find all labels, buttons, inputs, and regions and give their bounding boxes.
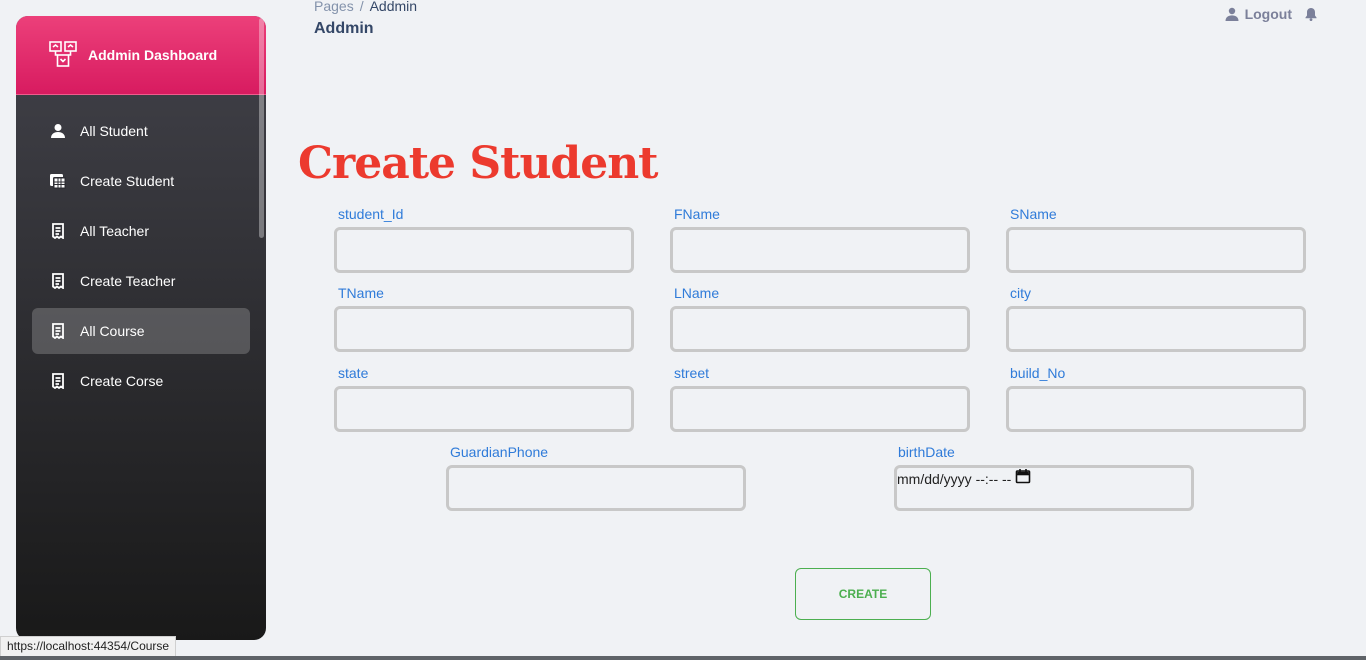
sidebar: Addmin Dashboard All Student Create Stud… (16, 16, 266, 640)
sidebar-item-all-teacher[interactable]: All Teacher (32, 208, 250, 254)
state-field: state (334, 365, 634, 432)
user-icon (1225, 7, 1239, 21)
sidebar-nav: All Student Create Student All Teacher C… (16, 95, 266, 404)
page-subtitle: Addmin (314, 20, 374, 37)
sname-field: SName (1006, 206, 1306, 273)
breadcrumb-root[interactable]: Pages (314, 0, 354, 14)
student-id-field: student_Id (334, 206, 634, 273)
city-field: city (1006, 285, 1306, 352)
create-button[interactable]: CREATE (795, 568, 931, 620)
taskbar-edge (0, 656, 1366, 660)
receipt-icon (50, 373, 66, 389)
status-bar-url: https://localhost:44354/Course (0, 636, 177, 657)
field-label: build_No (1010, 365, 1066, 381)
birthdate-field: birthDate mm/dd/yyyy --:-- -- (894, 444, 1194, 511)
fname-field: FName (670, 206, 970, 273)
lname-input[interactable] (670, 306, 970, 352)
sidebar-item-create-student[interactable]: Create Student (32, 158, 250, 204)
breadcrumb-separator: / (359, 0, 364, 14)
lname-field: LName (670, 285, 970, 352)
field-label: street (674, 365, 710, 381)
calendar-icon[interactable] (1015, 468, 1031, 484)
birthdate-input[interactable]: mm/dd/yyyy --:-- -- (894, 465, 1194, 511)
tname-input[interactable] (334, 306, 634, 352)
fname-input[interactable] (670, 227, 970, 273)
sidebar-brand[interactable]: Addmin Dashboard (16, 16, 266, 95)
sidebar-item-label: Create Teacher (80, 273, 176, 289)
sidebar-item-label: All Course (80, 323, 145, 339)
field-label: birthDate (898, 444, 955, 460)
receipt-icon (50, 323, 66, 339)
student-id-input[interactable] (334, 227, 634, 273)
receipt-icon (50, 273, 66, 289)
dashboard-logo-icon (49, 41, 77, 67)
receipt-icon (50, 223, 66, 239)
sidebar-item-create-corse[interactable]: Create Corse (32, 358, 250, 404)
sidebar-scrollbar[interactable] (259, 18, 264, 238)
street-input[interactable] (670, 386, 970, 432)
sidebar-item-label: All Student (80, 123, 148, 139)
build-no-input[interactable] (1006, 386, 1306, 432)
bell-icon[interactable] (1304, 7, 1318, 21)
street-field: street (670, 365, 970, 432)
field-label: SName (1010, 206, 1057, 222)
build-no-field: build_No (1006, 365, 1306, 432)
city-input[interactable] (1006, 306, 1306, 352)
state-input[interactable] (334, 386, 634, 432)
field-label: FName (674, 206, 720, 222)
page-title: Create Student (298, 138, 659, 189)
top-actions: Logout (1225, 6, 1318, 22)
logout-link[interactable]: Logout (1245, 6, 1292, 22)
field-label: city (1010, 285, 1031, 301)
breadcrumb: Pages / Addmin (314, 0, 417, 14)
sidebar-item-all-course[interactable]: All Course (32, 308, 250, 354)
field-label: GuardianPhone (450, 444, 549, 460)
field-label: TName (338, 285, 384, 301)
sidebar-item-label: Create Corse (80, 373, 164, 389)
field-label: state (338, 365, 369, 381)
field-label: LName (674, 285, 720, 301)
field-label: student_Id (338, 206, 404, 222)
sidebar-item-label: All Teacher (80, 223, 150, 239)
sname-input[interactable] (1006, 227, 1306, 273)
brand-title: Addmin Dashboard (88, 47, 218, 63)
breadcrumb-current: Addmin (369, 0, 418, 14)
guardian-phone-input[interactable] (446, 465, 746, 511)
birthdate-placeholder: mm/dd/yyyy --:-- -- (897, 471, 1012, 487)
sidebar-item-all-student[interactable]: All Student (32, 108, 250, 154)
guardian-phone-field: GuardianPhone (446, 444, 746, 511)
sidebar-item-create-teacher[interactable]: Create Teacher (32, 258, 250, 304)
table-icon (50, 173, 66, 189)
sidebar-item-label: Create Student (80, 173, 175, 189)
person-icon (50, 123, 66, 139)
tname-field: TName (334, 285, 634, 352)
